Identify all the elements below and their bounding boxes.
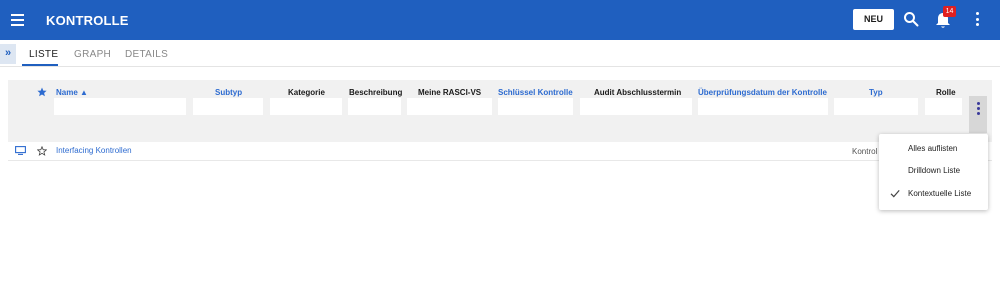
column-header-beschreibung[interactable]: Beschreibung: [349, 88, 402, 97]
filter-rolle-input[interactable]: [925, 98, 962, 115]
notification-badge: 14: [943, 6, 956, 17]
hamburger-icon[interactable]: [11, 14, 24, 26]
column-header-subtyp[interactable]: Subtyp: [215, 88, 242, 97]
filter-name-input[interactable]: [54, 98, 186, 115]
column-header-audit-abschlusstermin[interactable]: Audit Abschlusstermin: [594, 88, 681, 97]
filter-beschreibung-input[interactable]: [348, 98, 401, 115]
check-icon: [890, 190, 900, 198]
filter-schluessel-input[interactable]: [498, 98, 573, 115]
active-tab-indicator: [22, 64, 58, 66]
column-header-typ[interactable]: Typ: [869, 88, 883, 97]
column-header-name[interactable]: Name ▲: [56, 88, 88, 97]
column-header-meine-rasci-vs[interactable]: Meine RASCI-VS: [418, 88, 481, 97]
tab-liste[interactable]: LISTE: [29, 49, 58, 60]
tab-details[interactable]: DETAILS: [125, 49, 168, 60]
favorite-header-star-icon: [37, 87, 47, 97]
more-vert-icon[interactable]: [973, 12, 981, 28]
filter-subtyp-input[interactable]: [193, 98, 263, 115]
menu-item-label: Alles auflisten: [908, 144, 958, 153]
menu-item-drilldown-liste[interactable]: Drilldown Liste: [879, 160, 988, 182]
page-title: KONTROLLE: [46, 13, 129, 28]
search-icon[interactable]: [903, 11, 919, 27]
column-header-schluessel-kontrolle[interactable]: Schlüssel Kontrolle: [498, 88, 573, 97]
menu-item-label: Kontextuelle Liste: [908, 189, 972, 198]
menu-item-label: Drilldown Liste: [908, 166, 961, 175]
column-header-ueberpruefungsdatum[interactable]: Überprüfungsdatum der Kontrolle: [698, 88, 827, 97]
filter-ueberpruefung-input[interactable]: [698, 98, 828, 115]
table-row[interactable]: [8, 142, 992, 161]
tab-graph[interactable]: GRAPH: [74, 49, 111, 60]
filter-audit-input[interactable]: [580, 98, 692, 115]
menu-item-kontextuelle-liste[interactable]: Kontextuelle Liste: [879, 183, 988, 205]
column-options-button[interactable]: [969, 96, 987, 133]
tab-bar: » LISTE GRAPH DETAILS: [0, 40, 1000, 67]
filter-kategorie-input[interactable]: [270, 98, 342, 115]
column-header-kategorie[interactable]: Kategorie: [288, 88, 325, 97]
filter-rasci-input[interactable]: [407, 98, 492, 115]
column-header-rolle[interactable]: Rolle: [936, 88, 956, 97]
menu-item-alles-auflisten[interactable]: Alles auflisten: [879, 138, 988, 160]
new-button[interactable]: NEU: [853, 9, 894, 30]
filter-typ-input[interactable]: [834, 98, 918, 115]
monitor-icon[interactable]: [15, 146, 26, 155]
row-rolle-cell: Kontrol: [852, 147, 878, 156]
expand-sidebar-button[interactable]: »: [0, 44, 16, 64]
favorite-star-icon[interactable]: [37, 146, 47, 156]
list-mode-menu: Alles auflisten Drilldown Liste Kontextu…: [879, 134, 988, 210]
top-app-bar: KONTROLLE NEU 14: [0, 0, 1000, 40]
row-name-link[interactable]: Interfacing Kontrollen: [56, 146, 132, 155]
